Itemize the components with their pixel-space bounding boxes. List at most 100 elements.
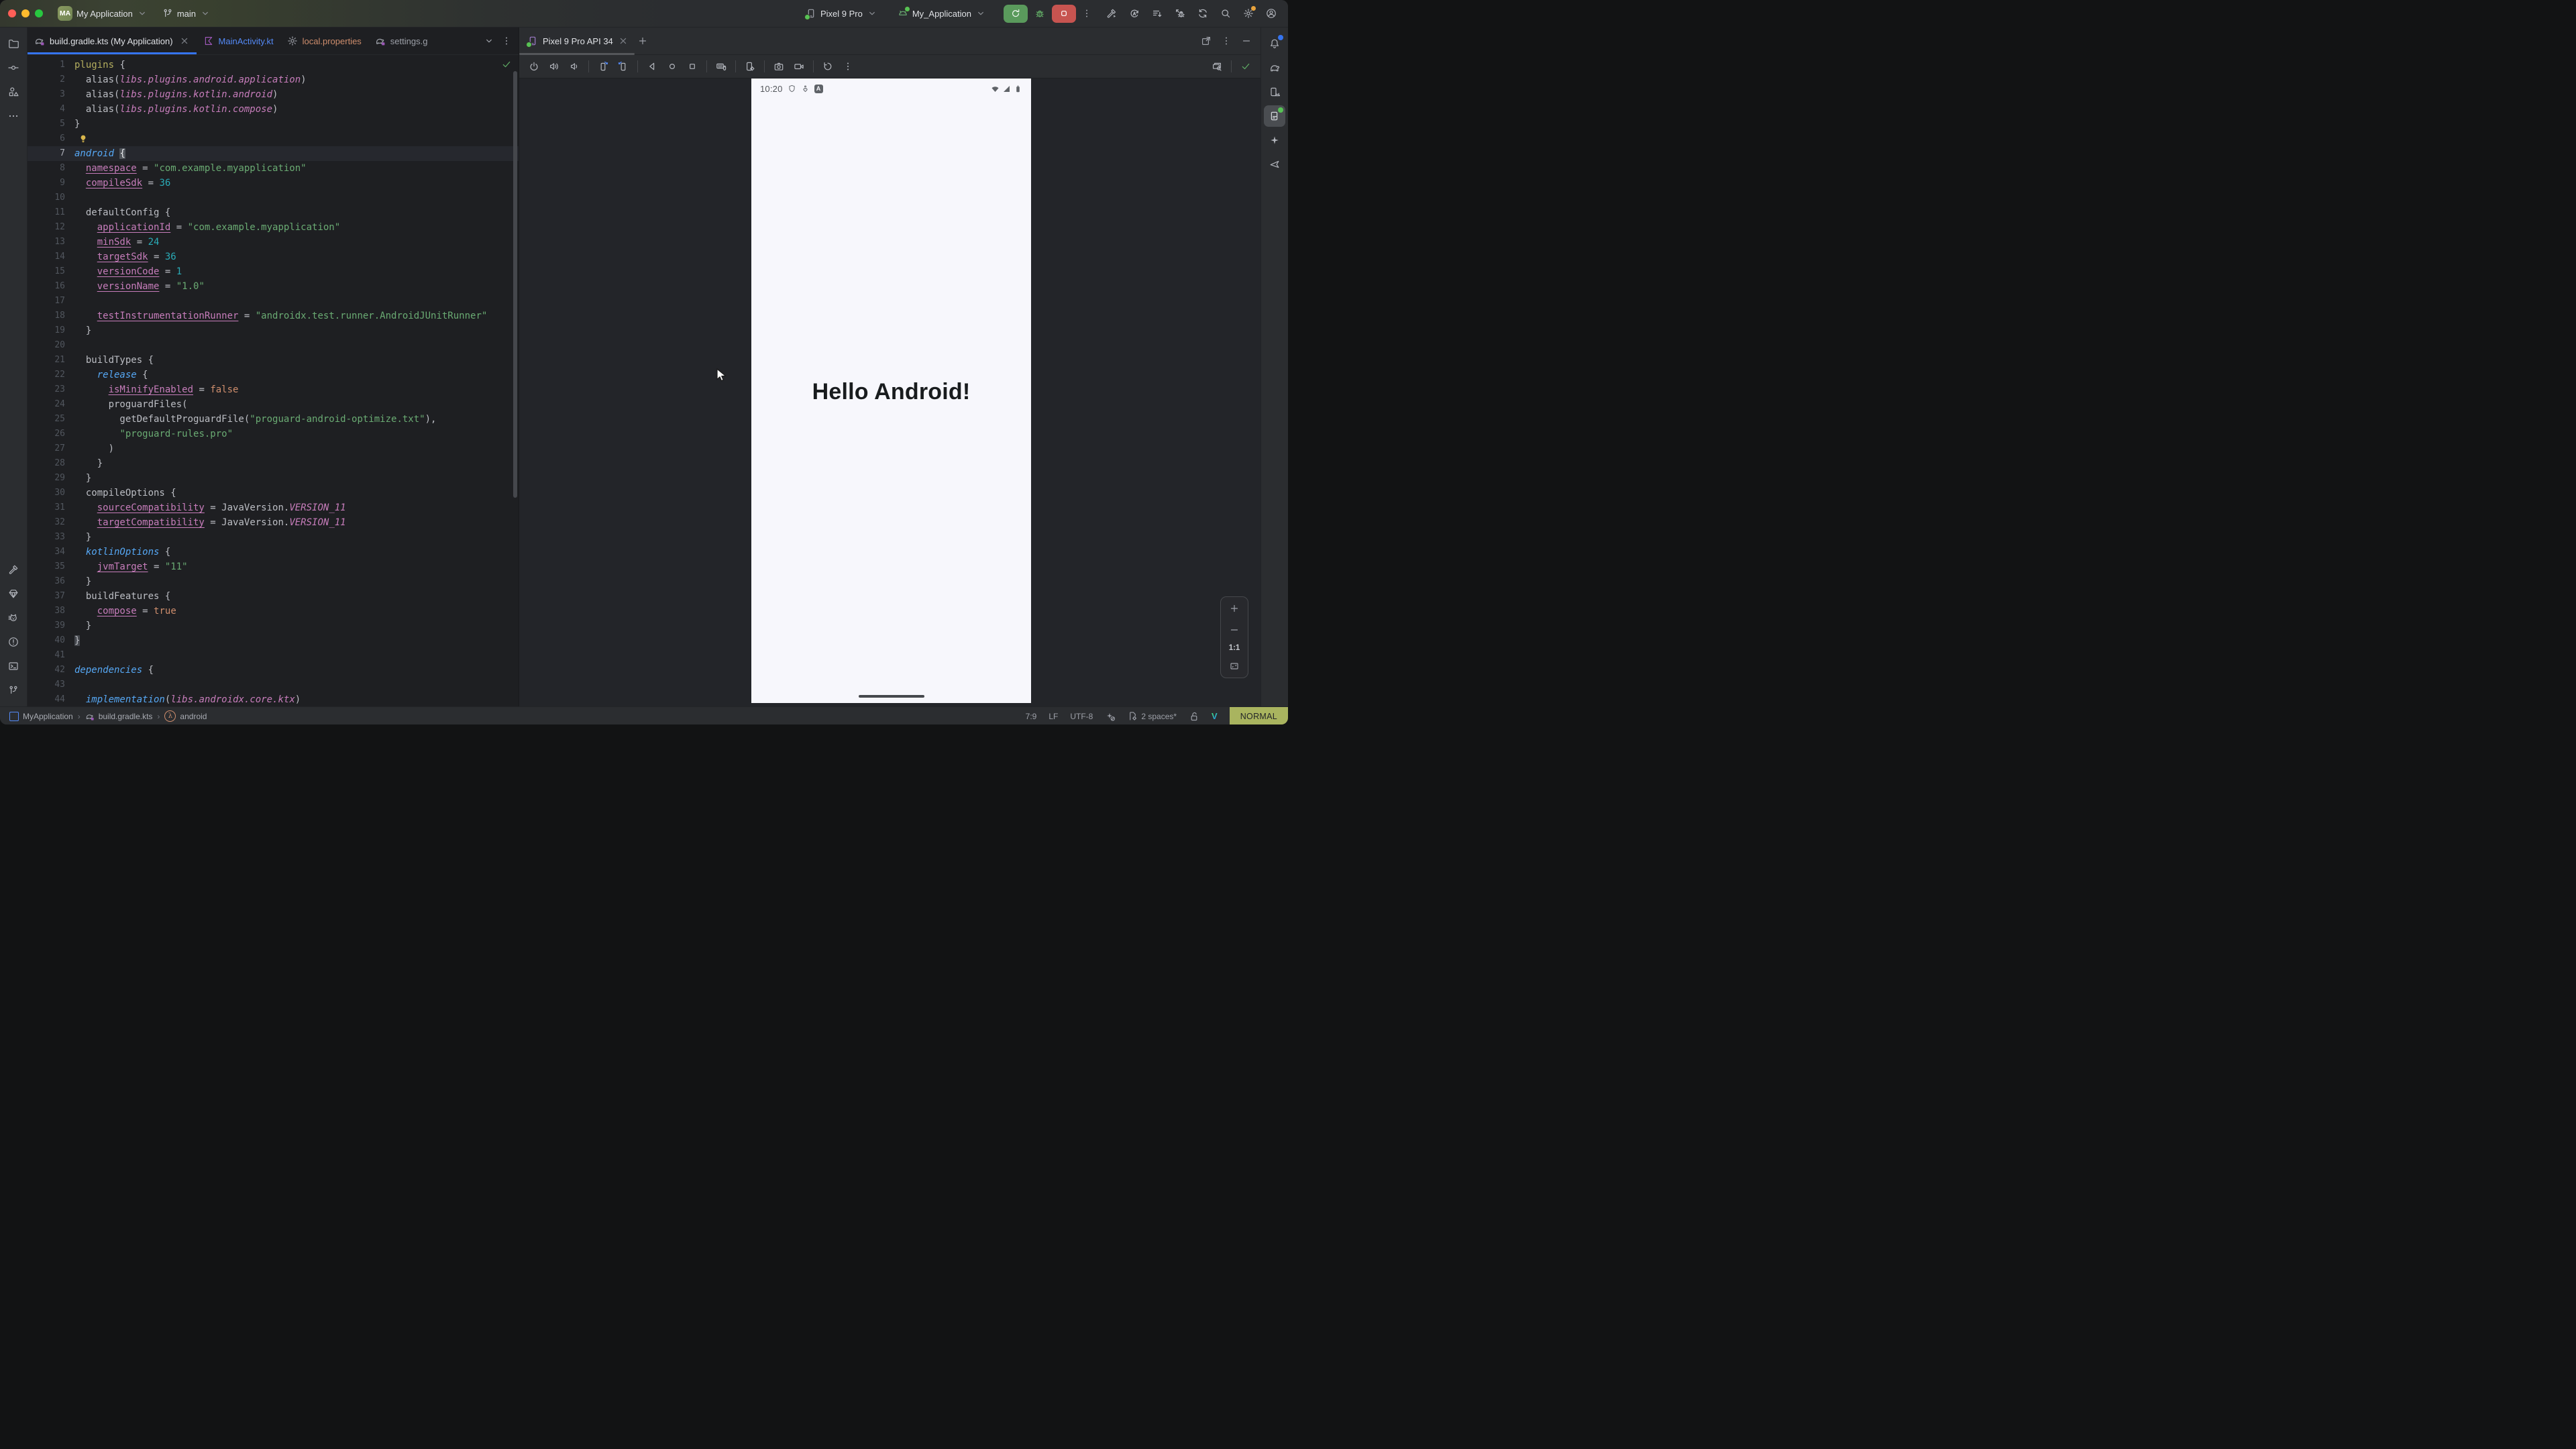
attach-debugger-icon[interactable]: [1170, 3, 1190, 23]
home-icon[interactable]: [663, 58, 682, 75]
line-number[interactable]: 40: [28, 633, 74, 648]
close-icon[interactable]: [618, 36, 629, 46]
device-settings-icon[interactable]: [741, 58, 759, 75]
stop-button[interactable]: [1052, 5, 1076, 23]
line-number[interactable]: 14: [28, 250, 74, 264]
code-line[interactable]: 9 compileSdk = 36: [28, 176, 519, 191]
line-number[interactable]: 6: [28, 131, 74, 146]
line-number[interactable]: 27: [28, 441, 74, 456]
line-number[interactable]: 31: [28, 500, 74, 515]
close-window-button[interactable]: [8, 9, 16, 17]
line-number[interactable]: 35: [28, 559, 74, 574]
code-line[interactable]: 21 buildTypes {: [28, 353, 519, 368]
back-icon[interactable]: [643, 58, 661, 75]
breadcrumb-element[interactable]: λ android: [164, 710, 207, 722]
line-number[interactable]: 25: [28, 412, 74, 427]
code-line[interactable]: 29 }: [28, 471, 519, 486]
code-line[interactable]: 33 }: [28, 530, 519, 545]
code-line[interactable]: 6: [28, 131, 519, 146]
line-number[interactable]: 29: [28, 471, 74, 486]
code-line[interactable]: 24 proguardFiles(: [28, 397, 519, 412]
code-line[interactable]: 4 alias(libs.plugins.kotlin.compose): [28, 102, 519, 117]
line-number[interactable]: 18: [28, 309, 74, 323]
intention-bulb-icon[interactable]: [78, 134, 88, 144]
unlocked-icon[interactable]: [1189, 711, 1199, 722]
terminal-icon[interactable]: [3, 655, 24, 677]
line-number[interactable]: 36: [28, 574, 74, 589]
logcat-icon[interactable]: [3, 607, 24, 629]
code-line[interactable]: 42dependencies {: [28, 663, 519, 678]
code-line[interactable]: 15 versionCode = 1: [28, 264, 519, 279]
line-number[interactable]: 8: [28, 161, 74, 176]
code-line[interactable]: 7android {: [28, 146, 519, 161]
project-widget[interactable]: MA My Application: [52, 3, 153, 23]
code-line[interactable]: 37 buildFeatures {: [28, 589, 519, 604]
search-everywhere-icon[interactable]: [1216, 3, 1236, 23]
build-icon[interactable]: [3, 559, 24, 580]
volume-down-icon[interactable]: [565, 58, 584, 75]
app-inspection-icon[interactable]: [3, 583, 24, 604]
line-number[interactable]: 1: [28, 58, 74, 72]
line-number[interactable]: 39: [28, 619, 74, 633]
line-number[interactable]: 20: [28, 338, 74, 353]
line-number[interactable]: 15: [28, 264, 74, 279]
more-run-actions-icon[interactable]: [1079, 4, 1095, 23]
commit-icon[interactable]: [3, 57, 24, 78]
paper-plane-icon[interactable]: [1264, 154, 1285, 175]
hardware-input-icon[interactable]: [712, 58, 731, 75]
rotate-left-icon[interactable]: [594, 58, 612, 75]
code-line[interactable]: 25 getDefaultProguardFile("proguard-andr…: [28, 412, 519, 427]
code-line[interactable]: 35 jvmTarget = "11": [28, 559, 519, 574]
code-editor[interactable]: 1plugins {2 alias(libs.plugins.android.a…: [28, 55, 519, 706]
code-line[interactable]: 26 "proguard-rules.pro": [28, 427, 519, 441]
line-number[interactable]: 30: [28, 486, 74, 500]
line-number[interactable]: 3: [28, 87, 74, 102]
line-number[interactable]: 17: [28, 294, 74, 309]
build-icon[interactable]: [1102, 3, 1122, 23]
breadcrumb-module[interactable]: MyApplication: [9, 712, 73, 721]
problems-icon[interactable]: [3, 631, 24, 653]
line-number[interactable]: 33: [28, 530, 74, 545]
line-number[interactable]: 5: [28, 117, 74, 131]
line-number[interactable]: 24: [28, 397, 74, 412]
run-configuration-selector[interactable]: My_Application: [892, 5, 991, 21]
code-line[interactable]: 22 release {: [28, 368, 519, 382]
close-icon[interactable]: [179, 36, 190, 46]
code-line[interactable]: 17: [28, 294, 519, 309]
code-line[interactable]: 36 }: [28, 574, 519, 589]
add-device-tab-icon[interactable]: [634, 32, 651, 50]
line-separator-widget[interactable]: LF: [1049, 712, 1058, 721]
code-line[interactable]: 31 sourceCompatibility = JavaVersion.VER…: [28, 500, 519, 515]
line-number[interactable]: 13: [28, 235, 74, 250]
gesture-navigation-bar[interactable]: [859, 695, 924, 698]
device-manager-icon[interactable]: [1264, 81, 1285, 103]
gemini-icon[interactable]: [1264, 129, 1285, 151]
editor-tab[interactable]: settings.g: [368, 28, 435, 54]
vcs-branch-widget[interactable]: main: [157, 5, 216, 21]
screens-search-icon[interactable]: [1208, 58, 1226, 75]
screenshot-icon[interactable]: [769, 58, 788, 75]
tab-list-chevron-icon[interactable]: [481, 33, 497, 49]
code-line[interactable]: 32 targetCompatibility = JavaVersion.VER…: [28, 515, 519, 530]
vim-mode-badge[interactable]: NORMAL: [1230, 707, 1288, 724]
restart-icon[interactable]: [818, 58, 837, 75]
open-in-window-icon[interactable]: [1197, 32, 1215, 50]
encoding-widget[interactable]: UTF-8: [1070, 712, 1093, 721]
line-number[interactable]: 10: [28, 191, 74, 205]
ideavim-icon[interactable]: V: [1212, 711, 1218, 721]
power-icon[interactable]: [525, 58, 543, 75]
screen-record-icon[interactable]: [790, 58, 808, 75]
line-number[interactable]: 43: [28, 678, 74, 692]
device-selector[interactable]: Pixel 9 Pro: [800, 5, 883, 21]
tab-scrollbar[interactable]: [519, 53, 635, 55]
rerun-button[interactable]: [1004, 5, 1028, 23]
project-icon[interactable]: [3, 33, 24, 54]
zoom-1to1-button[interactable]: 1:1: [1229, 644, 1240, 652]
apply-changes-icon[interactable]: [1124, 3, 1144, 23]
apply-code-changes-icon[interactable]: [1147, 3, 1167, 23]
gradle-icon[interactable]: [1264, 57, 1285, 78]
editor-tab[interactable]: build.gradle.kts (My Application): [28, 28, 197, 54]
minimize-window-button[interactable]: [21, 9, 30, 17]
volume-up-icon[interactable]: [545, 58, 564, 75]
ai-disabled-icon[interactable]: [1105, 711, 1116, 722]
